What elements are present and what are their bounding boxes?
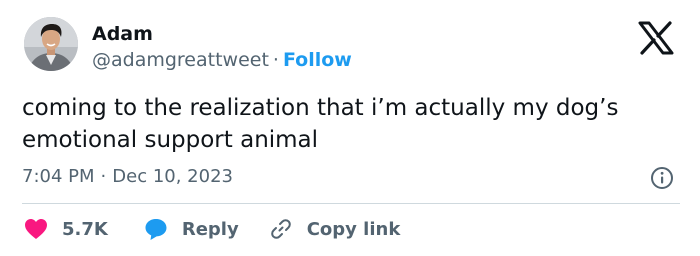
tweet-timestamp[interactable]: 7:04 PM · Dec 10, 2023 [22,165,233,189]
info-icon[interactable] [650,166,674,190]
reply-label: Reply [181,218,239,240]
like-count: 5.7K [62,218,108,240]
heart-icon [25,219,47,239]
divider [22,203,680,204]
reply-button[interactable]: Reply [144,217,239,241]
tweet-card: Adam @adamgreattweet · Follow coming to th… [0,0,700,256]
copy-link-button[interactable]: Copy link [269,217,401,241]
speech-bubble-icon [145,219,167,240]
author-name[interactable]: Adam [92,22,153,46]
follow-button[interactable]: Follow [283,49,352,71]
x-logo-icon[interactable] [636,20,676,56]
tweet-date: Dec 10, 2023 [112,166,233,187]
author-handle[interactable]: @adamgreattweet [92,49,269,71]
like-button[interactable]: 5.7K [24,218,108,240]
handle-separator: · [272,49,279,71]
link-icon [270,219,291,239]
action-bar: 5.7K Reply Copy link [24,214,400,244]
tweet-time: 7:04 PM [22,166,95,187]
author-handle-row: @adamgreattweet · Follow [92,48,352,72]
tweet-text: coming to the realization that i’m actua… [22,95,619,153]
timestamp-separator: · [100,166,107,187]
copy-link-label: Copy link [306,218,401,240]
avatar[interactable] [24,17,78,71]
